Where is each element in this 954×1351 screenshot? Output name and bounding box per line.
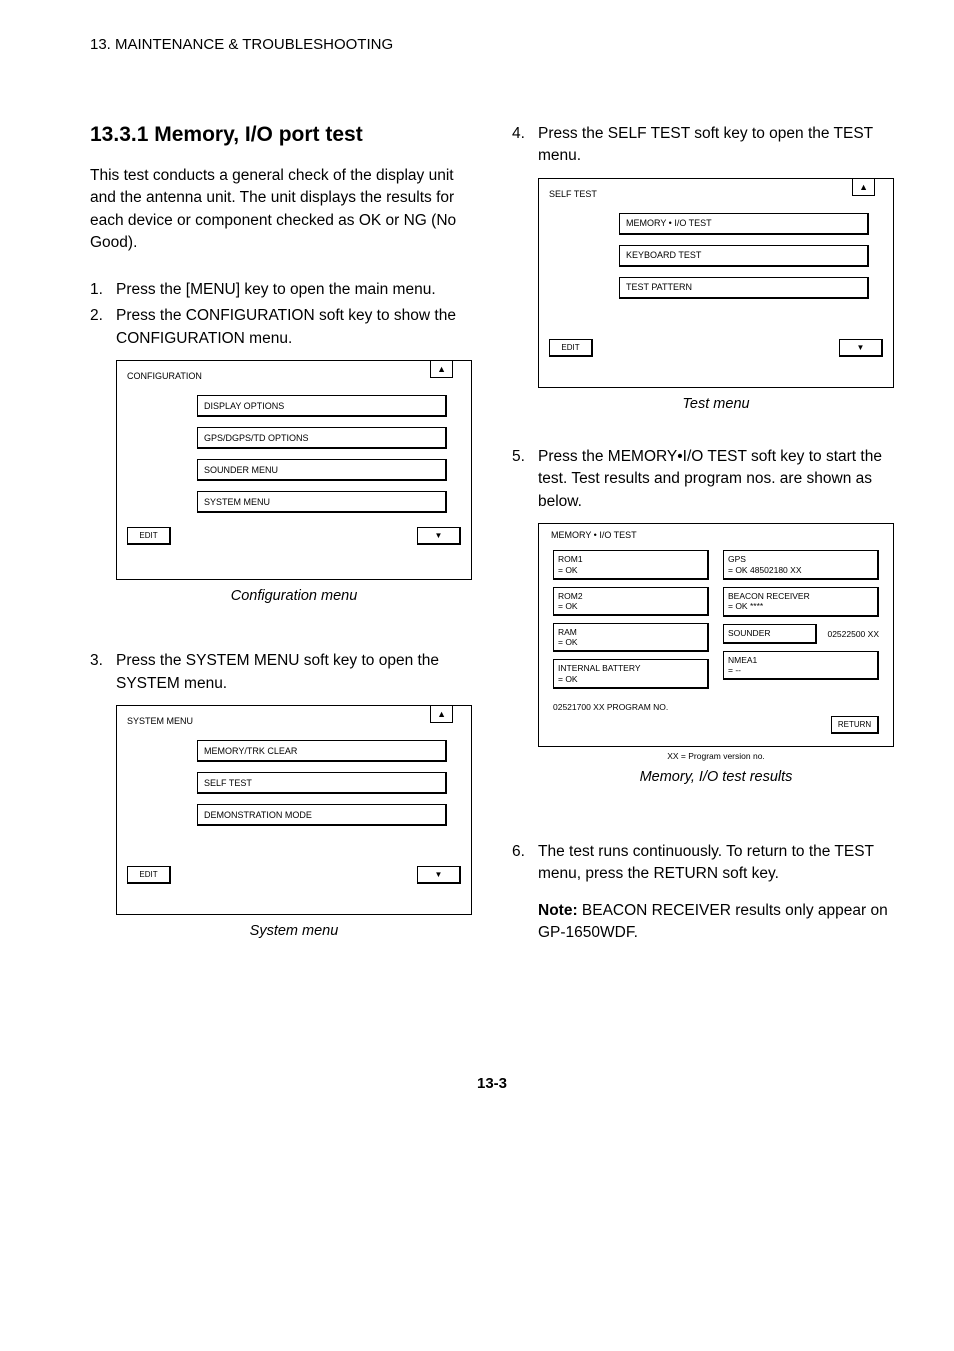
edit-label: EDIT — [127, 527, 171, 545]
note-label: Note: — [538, 902, 578, 919]
softkey: GPS/DGPS/TD OPTIONS — [197, 427, 447, 449]
section-heading: 13.3.1 Memory, I/O port test — [90, 123, 472, 147]
program-version: 02522500 XX — [827, 629, 879, 639]
step-number: 2. — [90, 305, 116, 350]
scroll-down-tab: ▼ — [417, 527, 461, 545]
menu-title: MEMORY • I/O TEST — [545, 530, 887, 540]
step-text: Press the MEMORY•I/O TEST soft key to st… — [538, 446, 894, 513]
chapter-header: 13. MAINTENANCE & TROUBLESHOOTING — [90, 36, 894, 53]
page-number: 13-3 — [90, 1075, 894, 1092]
step-number: 1. — [90, 279, 116, 301]
return-button: RETURN — [831, 716, 879, 734]
test-result-item: NMEA1= -- — [723, 651, 879, 680]
test-result-item: GPS= OK 48502180 XX — [723, 550, 879, 579]
section-title: Memory, I/O port test — [154, 123, 362, 146]
softkey: SELF TEST — [197, 772, 447, 794]
softkey: MEMORY • I/O TEST — [619, 213, 869, 235]
softkey: TEST PATTERN — [619, 277, 869, 299]
softkey: SYSTEM MENU — [197, 491, 447, 513]
test-result-item: RAM= OK — [553, 623, 709, 652]
scroll-up-tab: ▲ — [430, 705, 453, 723]
test-result-item: BEACON RECEIVER= OK **** — [723, 587, 879, 617]
step-number: 6. — [512, 841, 538, 886]
softkey: SOUNDER MENU — [197, 459, 447, 481]
softkey: DEMONSTRATION MODE — [197, 804, 447, 826]
edit-label: EDIT — [127, 866, 171, 884]
step-number: 4. — [512, 123, 538, 168]
menu-title: CONFIGURATION — [127, 371, 202, 381]
step-number: 3. — [90, 650, 116, 695]
configuration-menu-figure: ▲ CONFIGURATION DISPLAY OPTIONS GPS/DGPS… — [116, 360, 472, 580]
note: Note: BEACON RECEIVER results only appea… — [538, 900, 894, 945]
program-no-line: 02521700 XX PROGRAM NO. — [545, 702, 887, 712]
step-number: 5. — [512, 446, 538, 513]
figure-caption: System menu — [116, 923, 472, 939]
test-menu-figure: ▲ SELF TEST MEMORY • I/O TEST KEYBOARD T… — [538, 178, 894, 388]
scroll-down-tab: ▼ — [839, 339, 883, 357]
intro-paragraph: This test conducts a general check of th… — [90, 165, 472, 255]
test-result-item: INTERNAL BATTERY= OK — [553, 659, 709, 688]
note-text: BEACON RECEIVER results only appear on G… — [538, 902, 888, 941]
memory-io-test-figure: MEMORY • I/O TEST ROM1= OK ROM2= OK RAM=… — [538, 523, 894, 747]
test-result-item: ROM2= OK — [553, 587, 709, 616]
scroll-down-tab: ▼ — [417, 866, 461, 884]
system-menu-figure: ▲ SYSTEM MENU MEMORY/TRK CLEAR SELF TEST… — [116, 705, 472, 915]
figure-caption: Test menu — [538, 396, 894, 412]
menu-title: SELF TEST — [549, 189, 597, 199]
step-text: Press the SELF TEST soft key to open the… — [538, 123, 894, 168]
edit-label: EDIT — [549, 339, 593, 357]
test-result-item: ROM1= OK — [553, 550, 709, 579]
version-note: XX = Program version no. — [538, 751, 894, 761]
softkey: MEMORY/TRK CLEAR — [197, 740, 447, 762]
scroll-up-tab: ▲ — [852, 178, 875, 196]
step-text: Press the SYSTEM MENU soft key to open t… — [116, 650, 472, 695]
figure-caption: Memory, I/O test results — [538, 769, 894, 785]
step-text: Press the [MENU] key to open the main me… — [116, 279, 472, 301]
figure-caption: Configuration menu — [116, 588, 472, 604]
test-result-item: SOUNDER — [723, 624, 817, 644]
step-text: The test runs continuously. To return to… — [538, 841, 894, 886]
step-text: Press the CONFIGURATION soft key to show… — [116, 305, 472, 350]
scroll-up-tab: ▲ — [430, 360, 453, 378]
menu-title: SYSTEM MENU — [127, 716, 193, 726]
section-number: 13.3.1 — [90, 123, 148, 146]
softkey: DISPLAY OPTIONS — [197, 395, 447, 417]
softkey: KEYBOARD TEST — [619, 245, 869, 267]
